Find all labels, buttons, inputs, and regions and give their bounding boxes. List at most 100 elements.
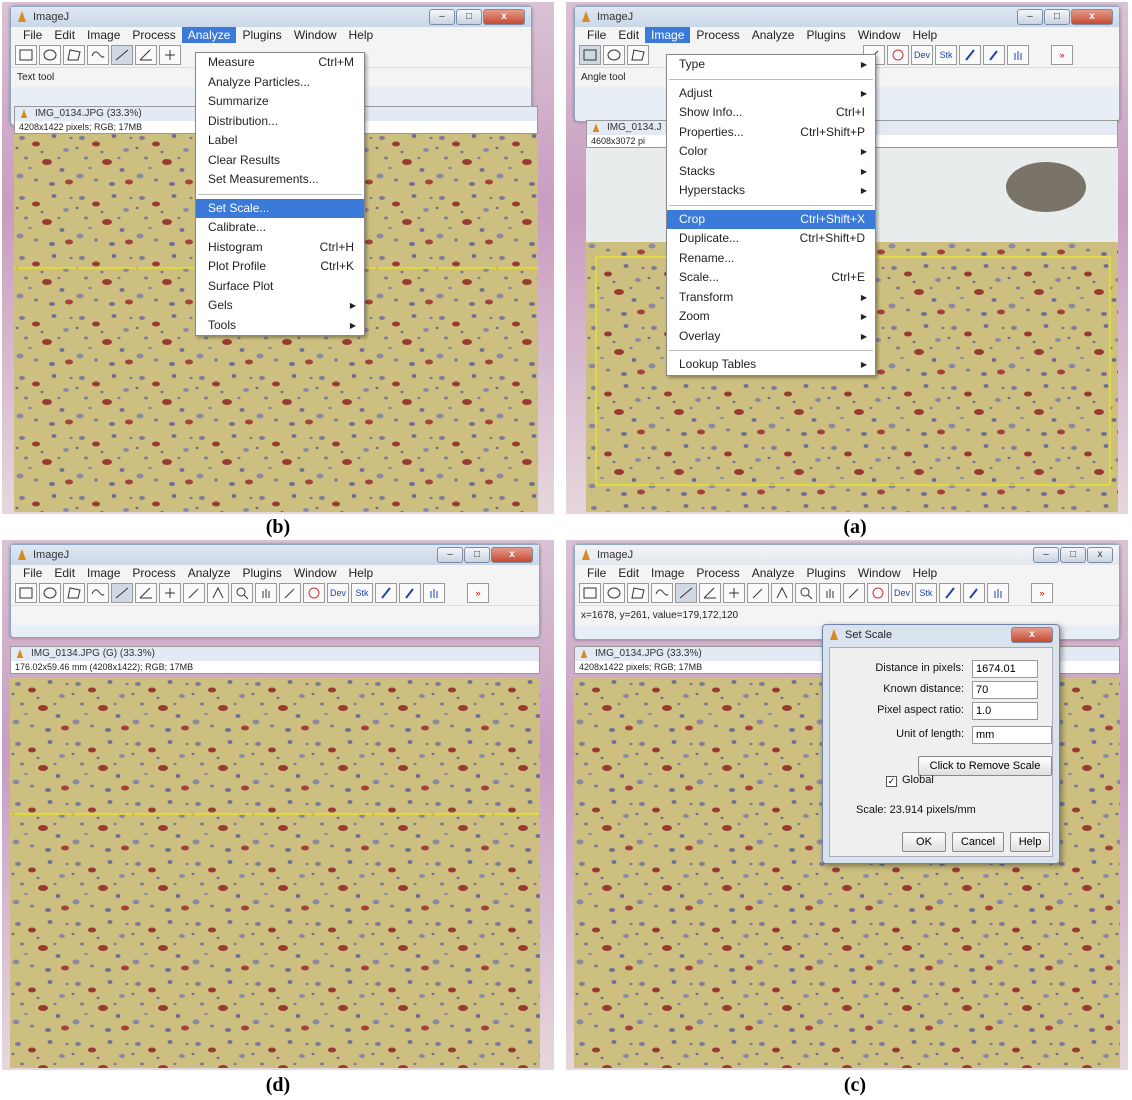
maximize-button[interactable]: □ bbox=[464, 547, 490, 563]
menu-item-label[interactable]: Label bbox=[196, 131, 364, 151]
text-tool-icon[interactable] bbox=[771, 583, 793, 603]
menu-analyze[interactable]: Analyze bbox=[181, 27, 237, 43]
stk-tool[interactable]: Stk bbox=[351, 583, 373, 603]
picker-tool-icon[interactable] bbox=[843, 583, 865, 603]
maximize-button[interactable]: □ bbox=[456, 9, 482, 25]
magnifier-tool-icon[interactable] bbox=[231, 583, 253, 603]
menu-process[interactable]: Process bbox=[690, 27, 745, 43]
angle-tool-icon[interactable] bbox=[699, 583, 721, 603]
ok-button[interactable]: OK bbox=[902, 832, 946, 852]
menu-item-type[interactable]: Type ▶ bbox=[667, 55, 875, 75]
menu-edit[interactable]: Edit bbox=[48, 565, 81, 581]
menu-image[interactable]: Image bbox=[645, 565, 690, 581]
wand-tool-icon[interactable] bbox=[747, 583, 769, 603]
point-tool-icon[interactable] bbox=[159, 583, 181, 603]
menu-edit[interactable]: Edit bbox=[612, 27, 645, 43]
menu-analyze[interactable]: Analyze bbox=[746, 565, 801, 581]
menu-help[interactable]: Help bbox=[343, 27, 380, 43]
hand-tool-icon[interactable] bbox=[423, 583, 445, 603]
polygon-tool-icon[interactable] bbox=[627, 583, 649, 603]
menu-item-set-measurements[interactable]: Set Measurements... bbox=[196, 170, 364, 190]
brush-tool-icon[interactable] bbox=[399, 583, 421, 603]
rectangle-tool-icon[interactable] bbox=[579, 583, 601, 603]
scroll-tool-icon[interactable] bbox=[819, 583, 841, 603]
menu-plugins[interactable]: Plugins bbox=[236, 27, 287, 43]
rectangle-tool-icon[interactable] bbox=[579, 45, 601, 65]
pencil-tool-icon[interactable] bbox=[375, 583, 397, 603]
dialog-close-button[interactable]: x bbox=[1011, 627, 1053, 643]
menu-item-histogram[interactable]: Histogram Ctrl+H bbox=[196, 238, 364, 258]
rectangle-tool-icon[interactable] bbox=[15, 583, 37, 603]
menu-analyze[interactable]: Analyze bbox=[746, 27, 801, 43]
brush-tool-icon[interactable] bbox=[983, 45, 1005, 65]
distance-input[interactable]: 1674.01 bbox=[972, 660, 1038, 678]
menu-item-lookup-tables[interactable]: Lookup Tables ▶ bbox=[667, 355, 875, 375]
menu-process[interactable]: Process bbox=[126, 565, 181, 581]
freehand-tool-icon[interactable] bbox=[651, 583, 673, 603]
menu-file[interactable]: File bbox=[581, 27, 612, 43]
minimize-button[interactable]: – bbox=[1033, 547, 1059, 563]
stop-tool-icon[interactable] bbox=[887, 45, 909, 65]
freehand-tool-icon[interactable] bbox=[87, 45, 109, 65]
menu-item-color[interactable]: Color ▶ bbox=[667, 142, 875, 162]
dev-tool[interactable]: Dev bbox=[911, 45, 933, 65]
menu-item-hyperstacks[interactable]: Hyperstacks ▶ bbox=[667, 181, 875, 201]
dev-tool[interactable]: Dev bbox=[891, 583, 913, 603]
menu-image[interactable]: Image bbox=[81, 565, 126, 581]
menu-image[interactable]: Image bbox=[81, 27, 126, 43]
close-button[interactable]: x bbox=[1071, 9, 1113, 25]
menu-help[interactable]: Help bbox=[907, 565, 944, 581]
menu-edit[interactable]: Edit bbox=[612, 565, 645, 581]
known-distance-input[interactable]: 70 bbox=[972, 681, 1038, 699]
menu-window[interactable]: Window bbox=[288, 27, 343, 43]
oval-tool-icon[interactable] bbox=[603, 45, 625, 65]
text-tool-icon[interactable] bbox=[207, 583, 229, 603]
stk-tool[interactable]: Stk bbox=[935, 45, 957, 65]
oval-tool-icon[interactable] bbox=[39, 45, 61, 65]
menu-item-show-info[interactable]: Show Info... Ctrl+I bbox=[667, 103, 875, 123]
dev-tool[interactable]: Dev bbox=[327, 583, 349, 603]
menu-analyze[interactable]: Analyze bbox=[182, 565, 237, 581]
stop-tool-icon[interactable] bbox=[867, 583, 889, 603]
menu-item-rename[interactable]: Rename... bbox=[667, 249, 875, 269]
menu-item-calibrate[interactable]: Calibrate... bbox=[196, 218, 364, 238]
menu-item-tools[interactable]: Tools ▶ bbox=[196, 316, 364, 336]
magnifier-tool-icon[interactable] bbox=[795, 583, 817, 603]
stop-tool-icon[interactable] bbox=[303, 583, 325, 603]
menu-plugins[interactable]: Plugins bbox=[800, 27, 851, 43]
cancel-button[interactable]: Cancel bbox=[952, 832, 1004, 852]
freehand-tool-icon[interactable] bbox=[87, 583, 109, 603]
menu-item-overlay[interactable]: Overlay ▶ bbox=[667, 327, 875, 347]
menu-item-measure[interactable]: Measure Ctrl+M bbox=[196, 53, 364, 73]
brush-tool-icon[interactable] bbox=[963, 583, 985, 603]
menu-item-adjust[interactable]: Adjust ▶ bbox=[667, 84, 875, 104]
menu-item-crop[interactable]: Crop Ctrl+Shift+X bbox=[667, 209, 875, 229]
menu-plugins[interactable]: Plugins bbox=[800, 565, 851, 581]
menu-item-zoom[interactable]: Zoom ▶ bbox=[667, 307, 875, 327]
more-tools-icon[interactable]: » bbox=[1051, 45, 1073, 65]
line-tool-icon[interactable] bbox=[111, 583, 133, 603]
aspect-ratio-input[interactable]: 1.0 bbox=[972, 702, 1038, 720]
global-checkbox[interactable]: ✓ bbox=[886, 776, 897, 787]
minimize-button[interactable]: – bbox=[437, 547, 463, 563]
pencil-tool-icon[interactable] bbox=[939, 583, 961, 603]
help-button[interactable]: Help bbox=[1010, 832, 1050, 852]
rectangle-tool-icon[interactable] bbox=[15, 45, 37, 65]
menu-item-analyze-particles[interactable]: Analyze Particles... bbox=[196, 73, 364, 93]
hand-tool-icon[interactable] bbox=[987, 583, 1009, 603]
menu-item-gels[interactable]: Gels ▶ bbox=[196, 296, 364, 316]
polygon-tool-icon[interactable] bbox=[63, 583, 85, 603]
menu-process[interactable]: Process bbox=[690, 565, 745, 581]
menu-image[interactable]: Image bbox=[645, 27, 691, 43]
menu-item-distribution[interactable]: Distribution... bbox=[196, 112, 364, 132]
menu-item-set-scale[interactable]: Set Scale... bbox=[196, 198, 364, 218]
minimize-button[interactable]: – bbox=[429, 9, 455, 25]
menu-file[interactable]: File bbox=[581, 565, 612, 581]
oval-tool-icon[interactable] bbox=[39, 583, 61, 603]
menu-window[interactable]: Window bbox=[288, 565, 343, 581]
point-tool-icon[interactable] bbox=[723, 583, 745, 603]
maximize-button[interactable]: □ bbox=[1060, 547, 1086, 563]
close-button[interactable]: x bbox=[1087, 547, 1113, 563]
unit-input[interactable]: mm bbox=[972, 726, 1052, 744]
pencil-tool-icon[interactable] bbox=[959, 45, 981, 65]
